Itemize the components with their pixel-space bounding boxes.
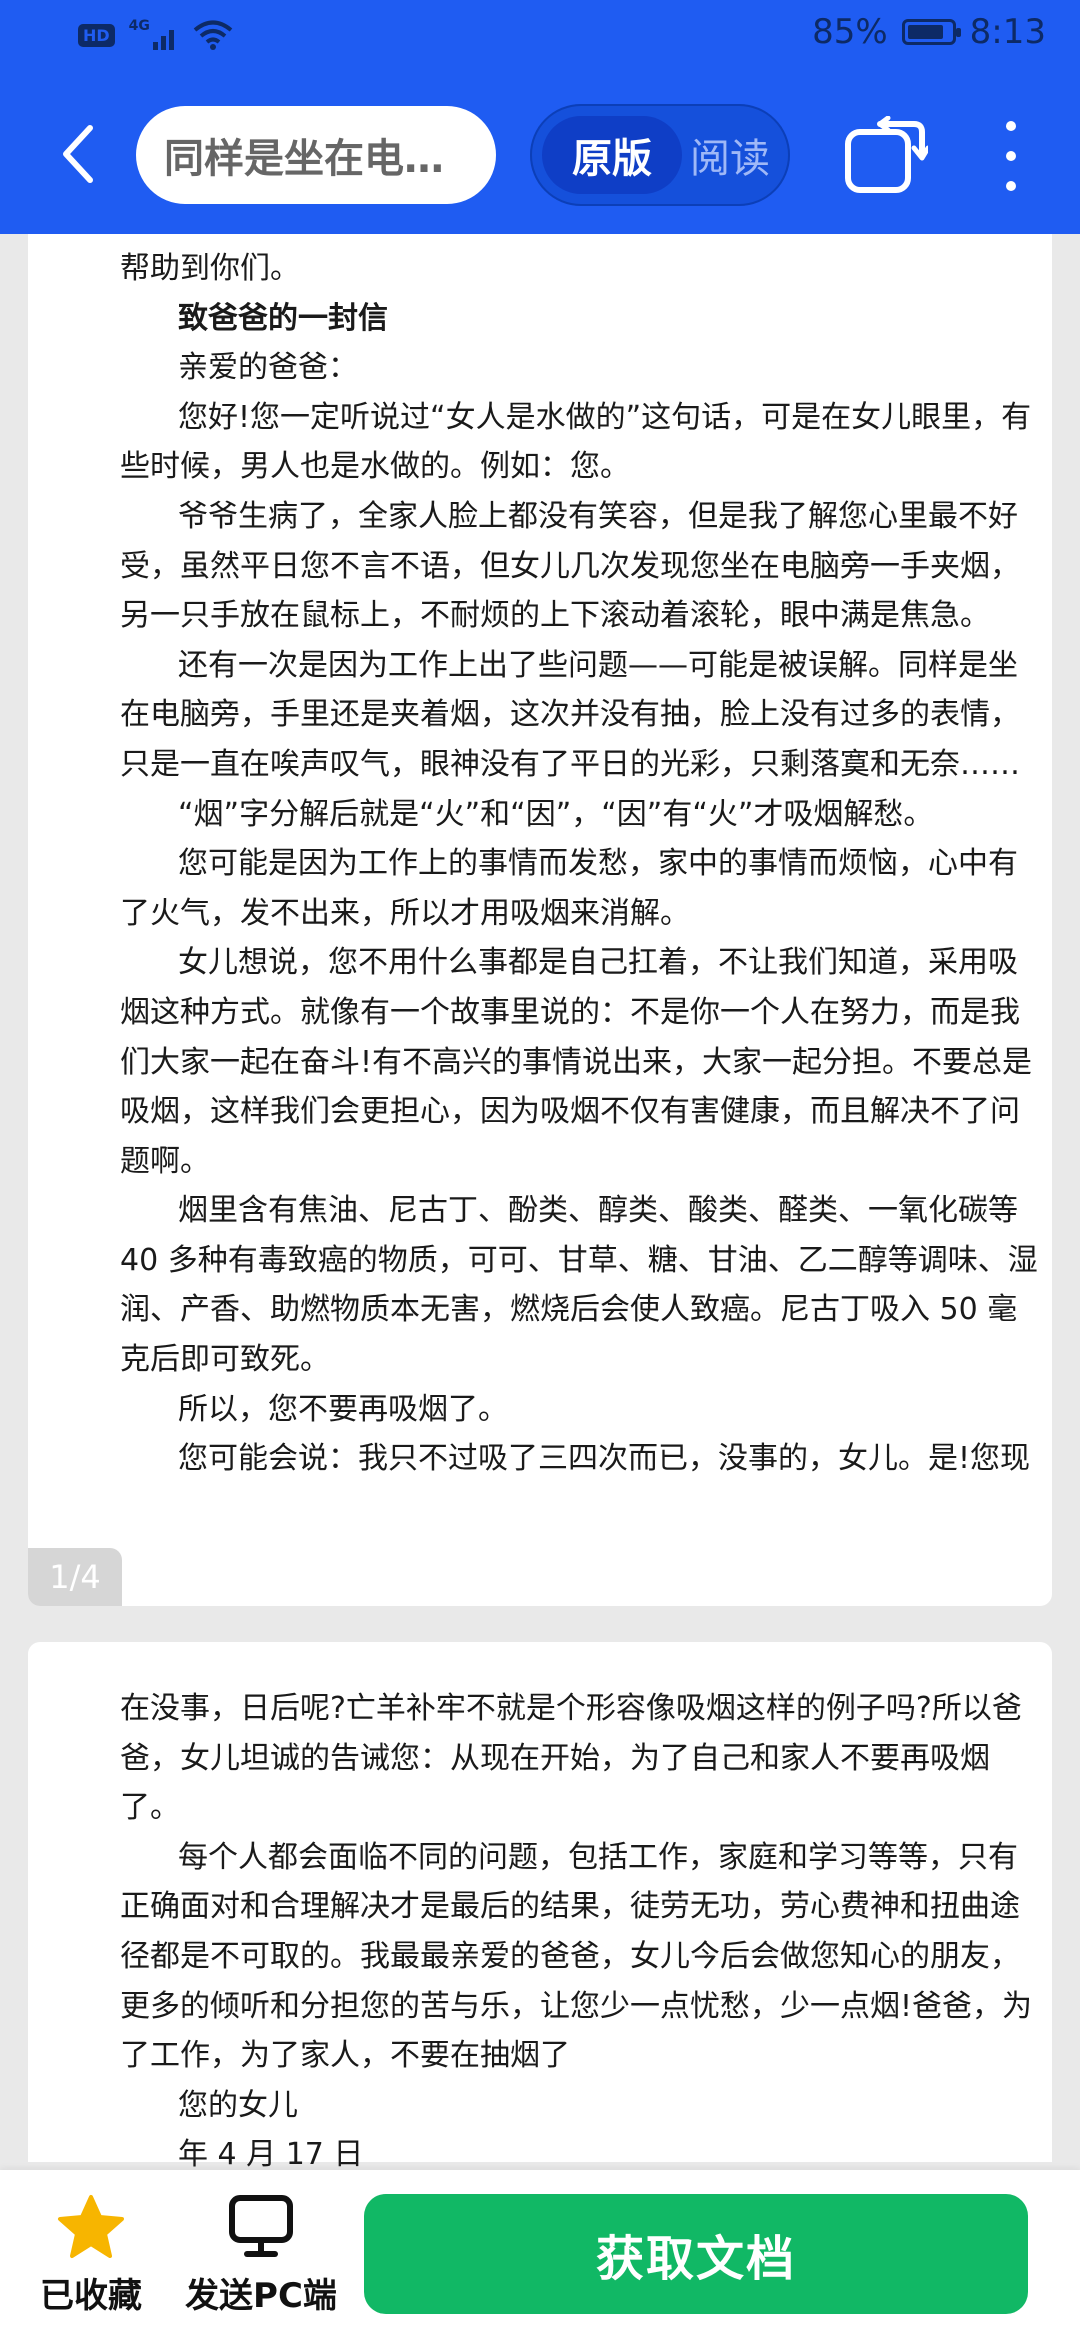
paragraph: 致爸爸的一封信	[178, 300, 388, 336]
app-header: 同样是坐在电脑旁，手里还是夹着烟 原版 阅读	[0, 76, 1080, 234]
favorite-label: 已收藏	[40, 2276, 142, 2316]
cellular-signal-icon: 4G	[129, 18, 179, 52]
paragraph: 您的女儿	[178, 2087, 298, 2123]
paragraph: 您可能会说：我只不过吸了三四次而已，没事的，女儿。是!您现	[178, 1441, 1031, 1477]
tab-original[interactable]: 原版	[542, 116, 682, 194]
document-page-1: 帮助到你们。致爸爸的一封信 亲爱的爸爸： 您好!您一定听说过“女人是水做的”这句话，…	[28, 234, 1052, 1606]
paragraph: 您好!您一定听说过“女人是水做的”这句话，可是在女儿眼里，有些时候，男人也是水做…	[120, 399, 1032, 485]
bottom-action-bar: 已收藏 发送PC端 获取文档	[0, 2170, 1080, 2340]
paragraph: “烟”字分解后就是“火”和“因”，“因”有“火”才吸烟解愁。	[178, 796, 934, 832]
status-left: HD 4G	[78, 18, 233, 52]
tab-reading[interactable]: 阅读	[680, 116, 780, 194]
send-to-pc-label: 发送PC端	[185, 2276, 337, 2316]
favorite-button[interactable]: 已收藏	[6, 2192, 176, 2317]
paragraph: 在没事，日后呢?亡羊补牢不就是个形容像吸烟这样的例子吗?所以爸爸，女儿坦诚的告诫…	[120, 1691, 1022, 1826]
more-options-icon[interactable]	[996, 116, 1026, 196]
paragraph: 亲爱的爸爸：	[178, 350, 358, 386]
battery-level	[907, 25, 944, 39]
wifi-icon	[193, 20, 232, 50]
paragraph: 还有一次是因为工作上出了些问题——可能是被误解。同样是坐在电脑旁，手里还是夹着烟…	[120, 647, 1020, 782]
view-mode-toggle[interactable]: 原版 阅读	[530, 104, 790, 206]
paragraph: 女儿想说，您不用什么事都是自己扛着，不让我们知道，采用吸烟这种方式。就像有一个故…	[120, 945, 1033, 1179]
paragraph: 帮助到你们。	[120, 251, 300, 286]
status-bar: HD 4G 85% 8:13	[0, 0, 1080, 76]
hd-icon: HD	[78, 23, 115, 47]
star-icon	[58, 2195, 124, 2258]
document-title: 同样是坐在电脑旁，手里还是夹着烟	[164, 136, 468, 182]
network-type: 4G	[128, 18, 150, 34]
page-2-text: 在没事，日后呢?亡羊补牢不就是个形容像吸烟这样的例子吗?所以爸爸，女儿坦诚的告诫…	[120, 1684, 1040, 2180]
clock: 8:13	[969, 12, 1046, 52]
paragraph: 您可能是因为工作上的事情而发愁，家中的事情而烦恼，心中有了火气，发不出来，所以才…	[120, 846, 1018, 931]
page-1-text: 帮助到你们。致爸爸的一封信 亲爱的爸爸： 您好!您一定听说过“女人是水做的”这句话，…	[120, 244, 1040, 1484]
send-to-pc-button[interactable]: 发送PC端	[176, 2192, 346, 2317]
page-indicator: 1/4	[28, 1548, 122, 1606]
document-title-pill[interactable]: 同样是坐在电脑旁，手里还是夹着烟	[136, 106, 496, 204]
status-right: 85% 8:13	[812, 12, 1046, 52]
get-document-button[interactable]: 获取文档	[364, 2194, 1028, 2314]
paragraph: 所以，您不要再吸烟了。	[178, 1391, 508, 1427]
paragraph: 爷爷生病了，全家人脸上都没有笑容，但是我了解您心里最不好受，虽然平日您不言不语，…	[120, 498, 1020, 634]
back-arrow-icon[interactable]	[48, 114, 108, 194]
paragraph: 每个人都会面临不同的问题，包括工作，家庭和学习等等，只有正确面对和合理解决才是最…	[120, 1839, 1033, 2074]
battery-percent: 85%	[812, 12, 888, 52]
paragraph: 烟里含有焦油、尼古丁、酚类、醇类、酸类、醛类、一氧化碳等 40 多种有毒致癌的物…	[120, 1193, 1038, 1378]
document-page-2: 在没事，日后呢?亡羊补牢不就是个形容像吸烟这样的例子吗?所以爸爸，女儿坦诚的告诫…	[28, 1642, 1052, 2172]
battery-icon	[901, 19, 961, 45]
rotate-screen-icon[interactable]	[842, 116, 928, 198]
monitor-icon	[229, 2195, 293, 2257]
